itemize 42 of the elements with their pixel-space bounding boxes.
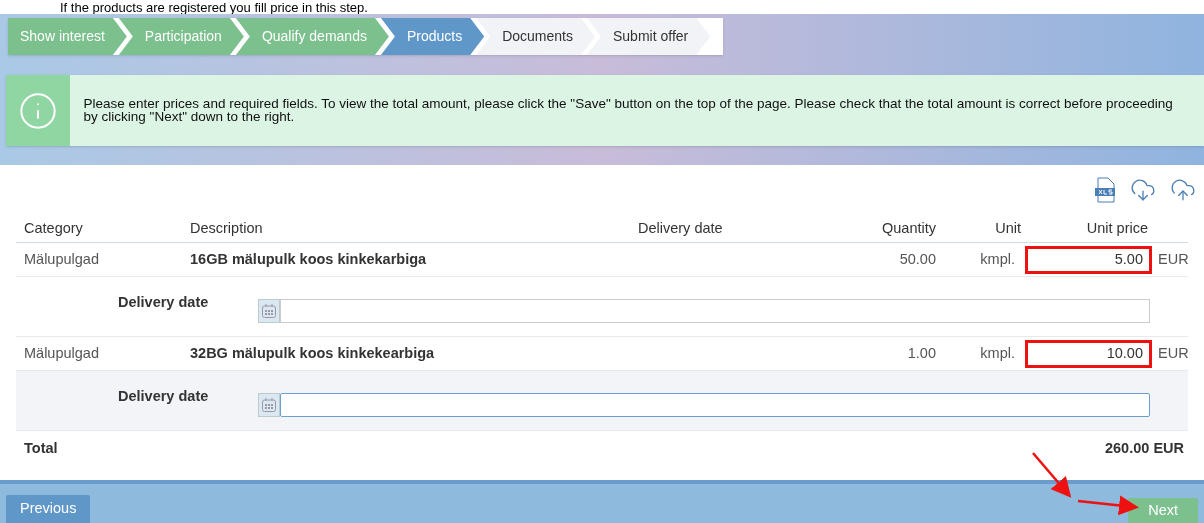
step-tab[interactable]: Qualify demands — [235, 18, 389, 55]
annotation-arrow — [1032, 452, 1072, 498]
price-input[interactable]: 5.00 — [1025, 245, 1152, 274]
cloud-upload-icon[interactable] — [1170, 177, 1196, 203]
table-cell-text: EUR — [1157, 249, 1190, 269]
table-cell-text: 1.00 — [906, 343, 937, 363]
step-tab[interactable]: Products — [380, 18, 485, 55]
calendar-icon[interactable] — [258, 392, 280, 417]
column-header: Delivery date — [637, 218, 724, 238]
table-cell-text: 16GB mälupulk koos kinkekarbiga — [189, 249, 428, 269]
column-header: Category — [23, 218, 84, 238]
table-cell-text: 50.00 — [898, 249, 937, 269]
table-cell-text: Mälupulgad — [23, 343, 100, 363]
column-header: Description — [189, 218, 264, 238]
table-cell-text: 32BG mälupulk koos kinkekearbiga — [189, 343, 436, 363]
xls-file-icon[interactable] — [1094, 177, 1116, 203]
table-cell-text: EUR — [1157, 343, 1190, 363]
delivery-date-field[interactable] — [280, 392, 1150, 417]
total-amount: 260.00 EUR — [1105, 439, 1185, 459]
field-label: Delivery date — [117, 386, 210, 406]
step-tab[interactable]: Show interest — [8, 18, 127, 55]
cloud-download-icon[interactable] — [1130, 177, 1156, 203]
delivery-date-field[interactable] — [280, 298, 1150, 323]
column-header: Quantity — [881, 218, 937, 238]
table-cell-text: kmpl. — [979, 249, 1016, 269]
step-tab[interactable]: Participation — [118, 18, 244, 55]
previous-button[interactable]: Previous — [6, 495, 91, 523]
calendar-icon[interactable] — [258, 298, 280, 323]
info-message: Please enter prices and required fields. To view the total amount, please click the "Save" button on the top of the page. Please check that the total amount is correct before proceeding by clicking "Next" down to the right. — [82, 95, 1174, 126]
step-tab[interactable]: Documents — [476, 18, 595, 55]
total-label: Total — [23, 439, 58, 459]
column-header: Unit price — [1085, 218, 1149, 238]
price-input[interactable]: 10.00 — [1025, 339, 1152, 368]
step-tab[interactable]: Submit offer — [587, 18, 711, 55]
table-cell-text: Mälupulgad — [23, 249, 100, 269]
annotation-arrow — [1077, 495, 1139, 516]
column-header: Unit — [994, 218, 1022, 238]
table-cell-text: kmpl. — [979, 343, 1016, 363]
field-label: Delivery date — [117, 292, 210, 312]
next-button[interactable]: Next — [1128, 498, 1198, 523]
info-panel-icon — [6, 75, 70, 146]
caption-text: If the products are registered you fill price in this step. — [60, 1, 368, 14]
